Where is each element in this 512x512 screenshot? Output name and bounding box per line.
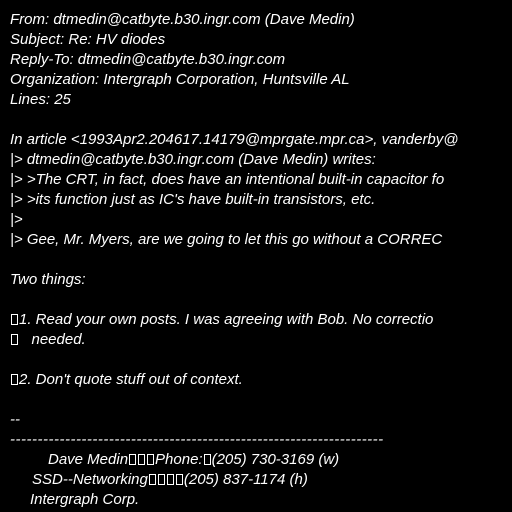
header-organization: Organization: Intergraph Corporation, Hu… (10, 71, 350, 88)
quoted-line: |> >The CRT, in fact, does have an inten… (10, 171, 445, 188)
header-subject: Subject: Re: HV diodes (10, 31, 166, 48)
tab-glyph-icon (11, 374, 18, 385)
tab-glyph-icon (11, 314, 18, 325)
tab-glyph-icon (203, 454, 211, 465)
header-lines: Lines: 25 (10, 91, 71, 108)
attribution-line: In article <1993Apr2.204617.14179@mprgat… (10, 131, 459, 148)
body-point-1: 1. Read your own posts. I was agreeing w… (10, 310, 433, 330)
signature-phone-2: (205) 837-1174 (h) (183, 471, 308, 488)
header-reply-to: Reply-To: dtmedin@catbyte.b30.ingr.com (10, 51, 286, 68)
quoted-line: |> (10, 211, 23, 228)
body-point-2: 2. Don't quote stuff out of context. (10, 370, 243, 390)
tab-glyph-icon (175, 474, 183, 485)
tab-glyph-icon (147, 454, 155, 465)
tab-glyph-icon (11, 334, 18, 345)
signature-company: Intergraph Corp. (30, 491, 140, 508)
tab-glyph-icon (138, 454, 146, 465)
body-text: Two things: (10, 271, 86, 288)
header-from: From: dtmedin@catbyte.b30.ingr.com (Dave… (10, 11, 355, 28)
body-point-1-cont: needed. (10, 330, 86, 350)
signature-line-1: Dave Medin Phone: (205) 730-3169 (w) (48, 450, 339, 470)
signature-phone-label: Phone: (155, 451, 203, 468)
signature-line-2: SSD--Networking (205) 837-1174 (h) (32, 470, 308, 490)
tab-glyph-icon (166, 474, 174, 485)
signature-dept: SSD--Networking (32, 471, 148, 488)
tab-glyph-icon (148, 474, 156, 485)
quoted-line: |> dtmedin@catbyte.b30.ingr.com (Dave Me… (10, 151, 376, 168)
body-text: 2. Don't quote stuff out of context. (19, 371, 243, 388)
signature-rule: ----------------------------------------… (10, 431, 384, 448)
signature-phone: (205) 730-3169 (w) (211, 451, 340, 468)
tab-glyph-icon (129, 454, 137, 465)
quoted-line: |> >its function just as IC's have built… (10, 191, 376, 208)
signature-delimiter: -- (10, 411, 20, 428)
email-message-view: From: dtmedin@catbyte.b30.ingr.com (Dave… (0, 0, 512, 512)
body-text: 1. Read your own posts. I was agreeing w… (19, 311, 434, 328)
quoted-line: |> Gee, Mr. Myers, are we going to let t… (10, 231, 443, 248)
tab-glyph-icon (157, 474, 165, 485)
body-text: needed. (19, 331, 86, 348)
signature-name: Dave Medin (48, 451, 129, 468)
